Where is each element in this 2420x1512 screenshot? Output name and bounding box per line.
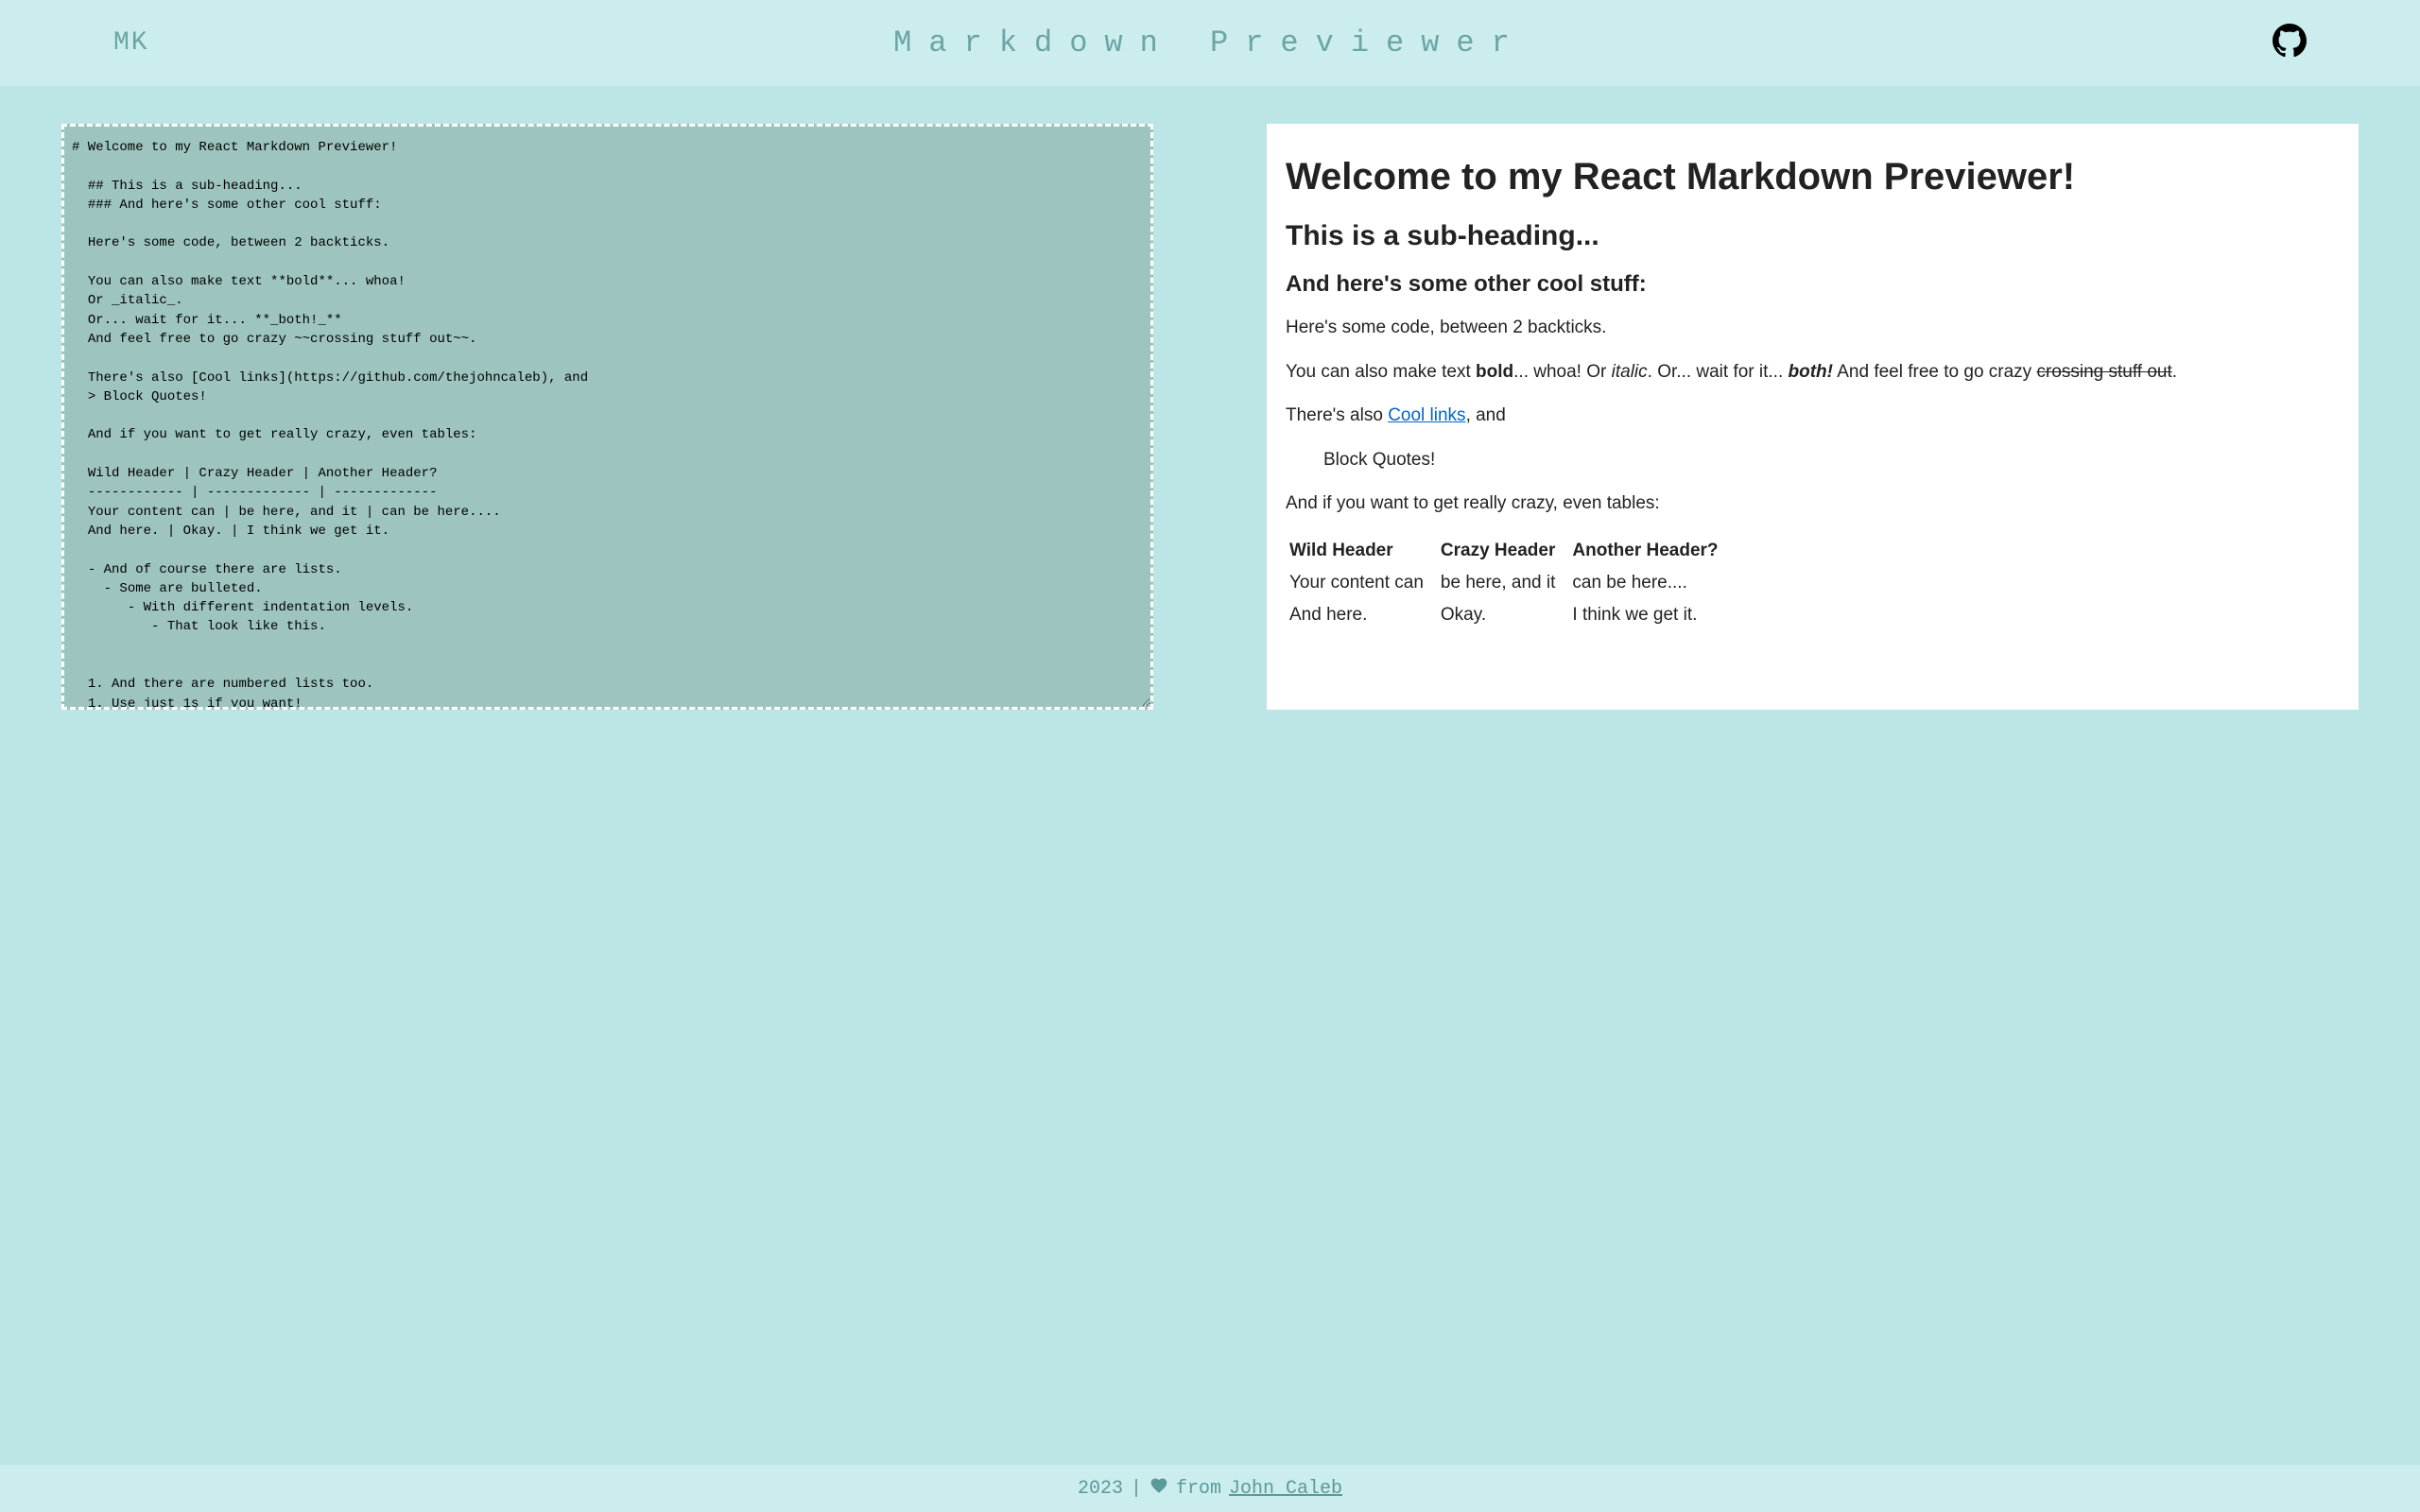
editor-container: # Welcome to my React Markdown Previewer… [61, 124, 1153, 1427]
italic-text: italic [1612, 362, 1648, 382]
table-header: Crazy Header [1437, 535, 1568, 567]
github-icon [2273, 24, 2307, 58]
footer-separator: | [1131, 1478, 1142, 1500]
preview-paragraph: And if you want to get really crazy, eve… [1286, 490, 2340, 518]
table-row: And here. Okay. I think we get it. [1286, 599, 1732, 631]
table-cell: Okay. [1437, 599, 1568, 631]
table-header: Another Header? [1568, 535, 1731, 567]
footer: 2023 | from John Caleb [0, 1465, 2420, 1512]
markdown-editor[interactable]: # Welcome to my React Markdown Previewer… [61, 124, 1153, 710]
bold-italic-text: both! [1789, 362, 1833, 382]
preview-paragraph: There's also Cool links, and [1286, 403, 2340, 430]
table-cell: I think we get it. [1568, 599, 1731, 631]
table-header-row: Wild Header Crazy Header Another Header? [1286, 535, 1732, 567]
table-cell: Your content can [1286, 567, 1437, 599]
footer-from: from [1176, 1478, 1221, 1500]
table-row: Your content can be here, and it can be … [1286, 567, 1732, 599]
header: MK Markdown Previewer [0, 0, 2420, 86]
main-content: # Welcome to my React Markdown Previewer… [0, 86, 2420, 1465]
logo[interactable]: MK [113, 28, 149, 58]
heart-icon [1150, 1476, 1168, 1501]
preview-h1: Welcome to my React Markdown Previewer! [1286, 152, 2340, 201]
footer-year: 2023 [1078, 1478, 1123, 1500]
preview-h2: This is a sub-heading... [1286, 220, 2340, 252]
preview-blockquote: Block Quotes! [1323, 447, 2340, 474]
preview-table: Wild Header Crazy Header Another Header?… [1286, 535, 1732, 631]
preview-link[interactable]: Cool links [1388, 405, 1465, 425]
preview-container: Welcome to my React Markdown Previewer! … [1267, 124, 2359, 1427]
preview-h3: And here's some other cool stuff: [1286, 271, 2340, 298]
page-title: Markdown Previewer [893, 26, 1527, 60]
table-cell: can be here.... [1568, 567, 1731, 599]
bold-text: bold [1476, 362, 1513, 382]
footer-author-link[interactable]: John Caleb [1229, 1478, 1342, 1500]
table-header: Wild Header [1286, 535, 1437, 567]
table-cell: And here. [1286, 599, 1437, 631]
preview-paragraph: Here's some code, between 2 backticks. [1286, 315, 2340, 342]
table-cell: be here, and it [1437, 567, 1568, 599]
preview-paragraph: You can also make text bold... whoa! Or … [1286, 359, 2340, 387]
markdown-preview: Welcome to my React Markdown Previewer! … [1267, 124, 2359, 710]
strikethrough-text: crossing stuff out [2036, 362, 2171, 382]
github-link[interactable] [2273, 24, 2307, 62]
